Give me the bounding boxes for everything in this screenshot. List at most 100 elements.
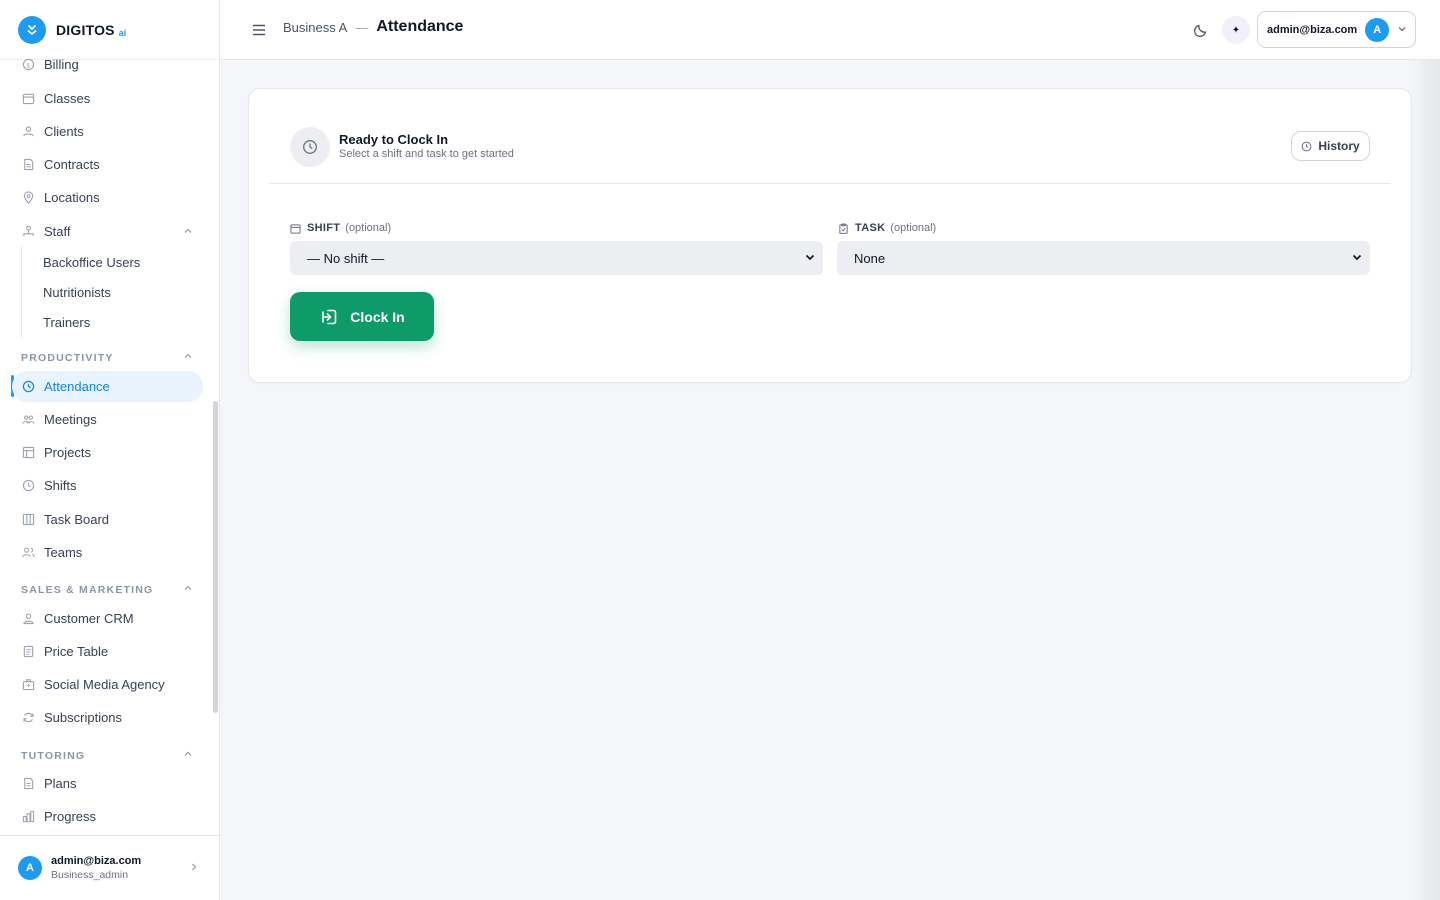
people-group-icon bbox=[21, 413, 35, 427]
sidebar-item-billing[interactable]: $ Billing bbox=[12, 49, 203, 80]
user-role: Business_admin bbox=[51, 869, 129, 881]
user-menu-button[interactable]: admin@biza.com A bbox=[1257, 11, 1416, 48]
users-icon bbox=[21, 125, 35, 139]
sidebar-item-task-board[interactable]: Task Board bbox=[12, 504, 203, 535]
user-email: admin@biza.com bbox=[1267, 23, 1358, 36]
clock-icon bbox=[21, 479, 35, 493]
briefcase-icon bbox=[21, 678, 35, 692]
sidebar-item-label: Price Table bbox=[44, 644, 109, 659]
receipt-icon bbox=[21, 645, 35, 659]
sidebar-item-customer-crm[interactable]: Customer CRM bbox=[12, 603, 203, 634]
breadcrumb-business[interactable]: Business A bbox=[283, 20, 347, 35]
section-label: TUTORING bbox=[21, 749, 86, 762]
avatar: A bbox=[1365, 17, 1390, 42]
clock-in-button[interactable]: Clock In bbox=[290, 292, 434, 341]
bar-chart-icon bbox=[21, 810, 35, 824]
shift-select[interactable]: — No shift — bbox=[290, 241, 823, 275]
sidebar-item-locations[interactable]: Locations bbox=[12, 182, 203, 213]
sidebar: DIGITOS ai $ Billing Classes Clients Con… bbox=[0, 0, 220, 900]
team-icon bbox=[21, 546, 35, 560]
user-email: admin@biza.com bbox=[51, 855, 142, 867]
sidebar-item-label: Billing bbox=[44, 57, 79, 72]
sidebar-item-label: Contracts bbox=[44, 157, 100, 172]
login-icon bbox=[319, 307, 339, 327]
sidebar-item-staff[interactable]: Staff bbox=[12, 216, 203, 247]
shift-value: — No shift — bbox=[307, 250, 385, 266]
sidebar-item-teams[interactable]: Teams bbox=[12, 537, 203, 568]
breadcrumb-separator: — bbox=[355, 19, 369, 35]
sidebar-item-price-table[interactable]: Price Table bbox=[12, 636, 203, 667]
sidebar-item-label: Progress bbox=[44, 809, 97, 824]
sidebar-item-meetings[interactable]: Meetings bbox=[12, 404, 203, 435]
sidebar-item-social-media-agency[interactable]: Social Media Agency bbox=[12, 669, 203, 700]
history-button[interactable]: History bbox=[1291, 131, 1370, 161]
section-label: SALES & MARKETING bbox=[21, 583, 154, 596]
sidebar-subitem-trainers[interactable]: Trainers bbox=[43, 315, 90, 330]
chevron-up-icon bbox=[183, 351, 193, 364]
logo-icon bbox=[18, 15, 46, 44]
sidebar-item-label: Task Board bbox=[44, 512, 110, 527]
layout-icon bbox=[21, 446, 35, 460]
sidebar-item-label: Staff bbox=[44, 224, 71, 239]
task-value: None bbox=[854, 250, 886, 266]
chevron-up-icon bbox=[183, 749, 193, 762]
sidebar-nav: $ Billing Classes Clients Contracts Loca… bbox=[0, 48, 219, 835]
sidebar-subitem-nutritionists[interactable]: Nutritionists bbox=[43, 285, 111, 300]
sidebar-item-progress[interactable]: Progress bbox=[12, 801, 203, 832]
chevron-down-icon bbox=[1351, 251, 1363, 266]
section-label: PRODUCTIVITY bbox=[21, 351, 114, 364]
sidebar-item-label: Social Media Agency bbox=[44, 677, 165, 692]
sidebar-item-label: Locations bbox=[44, 190, 100, 205]
document-icon bbox=[21, 777, 35, 791]
columns-icon bbox=[21, 513, 35, 527]
calendar-icon bbox=[21, 92, 35, 106]
brand-suffix: ai bbox=[118, 27, 127, 38]
document-icon bbox=[21, 158, 35, 172]
map-pin-icon bbox=[21, 191, 35, 205]
page-title: Attendance bbox=[376, 18, 464, 35]
submenu-line bbox=[21, 246, 22, 338]
sidebar-user-menu[interactable]: A admin@biza.com Business_admin bbox=[0, 835, 219, 900]
clock-icon bbox=[21, 380, 35, 394]
clock-icon bbox=[1301, 141, 1312, 152]
svg-text:$: $ bbox=[26, 61, 30, 69]
task-label: TASK (optional) bbox=[838, 222, 936, 234]
section-tutoring[interactable]: TUTORING bbox=[21, 749, 193, 762]
sidebar-scrollbar[interactable] bbox=[213, 401, 218, 713]
sidebar-item-shifts[interactable]: Shifts bbox=[12, 470, 203, 501]
chevron-right-icon bbox=[189, 859, 199, 877]
section-productivity[interactable]: PRODUCTIVITY bbox=[21, 351, 193, 364]
sidebar-item-contracts[interactable]: Contracts bbox=[12, 149, 203, 180]
section-sales-marketing[interactable]: SALES & MARKETING bbox=[21, 583, 193, 596]
sidebar-item-attendance[interactable]: Attendance bbox=[12, 371, 203, 402]
org-chart-icon bbox=[21, 225, 35, 239]
shift-label: SHIFT (optional) bbox=[290, 222, 391, 234]
ai-assistant-button[interactable]: ✦ bbox=[1222, 16, 1250, 44]
clock-in-card: Ready to Clock In Select a shift and tas… bbox=[248, 88, 1412, 383]
user-info: admin@biza.com Business_admin bbox=[51, 855, 141, 881]
contact-icon bbox=[21, 612, 35, 626]
menu-icon[interactable] bbox=[250, 21, 268, 39]
dollar-circle-icon: $ bbox=[21, 58, 35, 72]
breadcrumb: Business A — Attendance bbox=[283, 18, 463, 36]
shift-optional: (optional) bbox=[345, 222, 392, 234]
chevron-up-icon bbox=[183, 224, 193, 239]
chevron-down-icon bbox=[804, 251, 816, 266]
sidebar-item-label: Meetings bbox=[44, 412, 97, 427]
clock-in-label: Clock In bbox=[350, 308, 405, 325]
history-label: History bbox=[1318, 139, 1360, 153]
clock-icon bbox=[290, 127, 330, 167]
sidebar-subitem-backoffice-users[interactable]: Backoffice Users bbox=[43, 255, 140, 270]
sidebar-item-plans[interactable]: Plans bbox=[12, 768, 203, 799]
sidebar-item-label: Teams bbox=[44, 545, 83, 560]
moon-icon[interactable] bbox=[1192, 21, 1210, 39]
sidebar-item-classes[interactable]: Classes bbox=[12, 83, 203, 114]
sidebar-item-subscriptions[interactable]: Subscriptions bbox=[12, 702, 203, 733]
sidebar-item-projects[interactable]: Projects bbox=[12, 437, 203, 468]
sidebar-item-label: Plans bbox=[44, 776, 77, 791]
sidebar-item-clients[interactable]: Clients bbox=[12, 116, 203, 147]
sidebar-item-label: Clients bbox=[44, 124, 84, 139]
task-select[interactable]: None bbox=[837, 241, 1370, 275]
chevron-down-icon bbox=[1397, 21, 1407, 39]
top-bar: Business A — Attendance ✦ admin@biza.com… bbox=[220, 0, 1440, 60]
